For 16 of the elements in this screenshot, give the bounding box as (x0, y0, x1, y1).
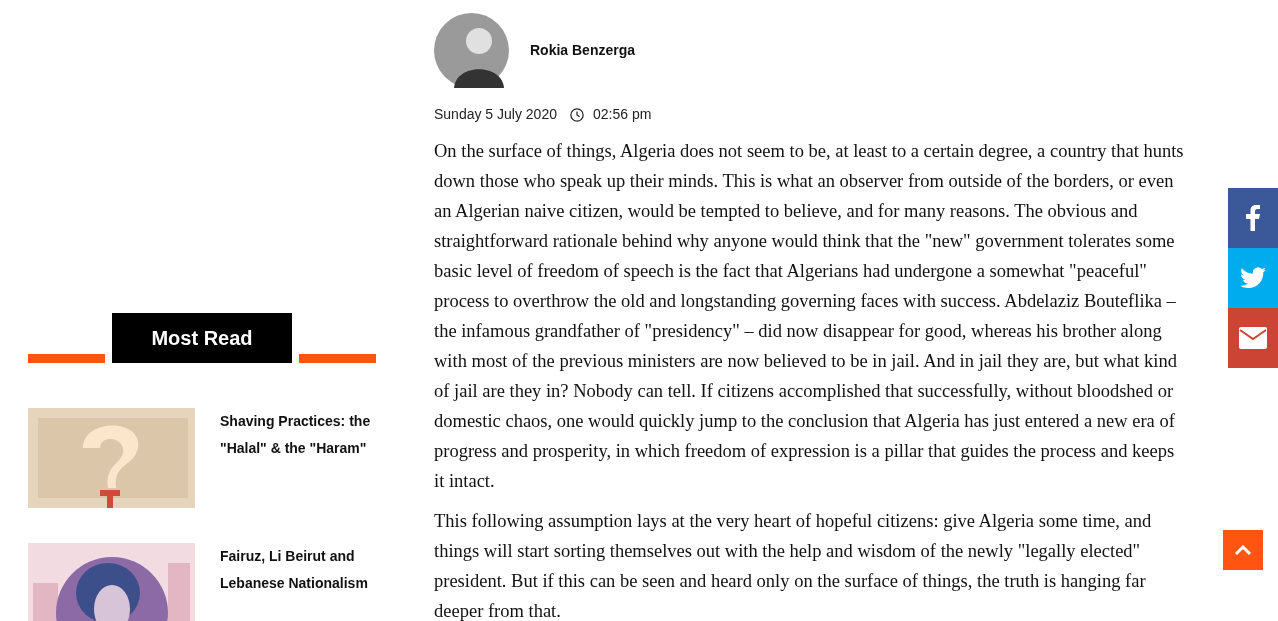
article-link[interactable]: Fairuz, Li Beirut and Lebanese Nationalism (220, 543, 376, 621)
chevron-up-icon (1234, 544, 1252, 556)
section-heading: Most Read (112, 313, 292, 363)
envelope-icon (1239, 327, 1267, 349)
article-link[interactable]: Shaving Practices: the "Halal" & the "Haram" (220, 408, 376, 508)
scroll-to-top-button[interactable] (1223, 530, 1263, 570)
author-name: Rokia Benzerga (530, 41, 636, 60)
share-button[interactable] (1228, 188, 1278, 248)
facebook-icon (1246, 205, 1260, 231)
clock-icon (570, 107, 584, 122)
share-button[interactable] (1228, 308, 1278, 368)
paragraph: On the surface of things, Algeria does not seem to be, at least to a certain degree, a country that hunts down those who speak up their minds. This is what an observer from outside of the borders, or even an Algerian naive citizen, would be tempted to believe, and for many reasons. The obvious and straightforward rationale behind why anyone would think that the "new" government tolerates some basic level of freedom of speech is the fact that Algerians had undergone a somewhat "peaceful" process to overthrow the old and longstanding governing faces with success. Abdelaziz Bouteflika – the infamous grandfather of "presidency" – did now disappear for good, whereas his brother along with most of the previous ministers are now believed to be in jail. And in jail they are, but what kind of jail are they in? Nobody can tell. If citizens accomplished that successfully, without bloodshed or domestic chaos, one would quickly jump to the conclusion that Algeria has just entered a new era of progress and prosperity, in which freedom of expression is a pillar that guides the process and keeps it intact. (434, 140, 1185, 493)
post-date: Sunday 5 July 2020 (434, 105, 557, 124)
bird-icon (1240, 267, 1266, 289)
post-time: 02:56 pm (593, 105, 652, 124)
paragraph: This following assumption lays at the very heart of hopeful citizens: give Algeria some time, and things will start sorting themselves out with the help and wisdom of the newly "legally elected" president. But if this can be seen and heard only on the surface of things, the truth is hanging far deeper from that. (434, 510, 1153, 621)
